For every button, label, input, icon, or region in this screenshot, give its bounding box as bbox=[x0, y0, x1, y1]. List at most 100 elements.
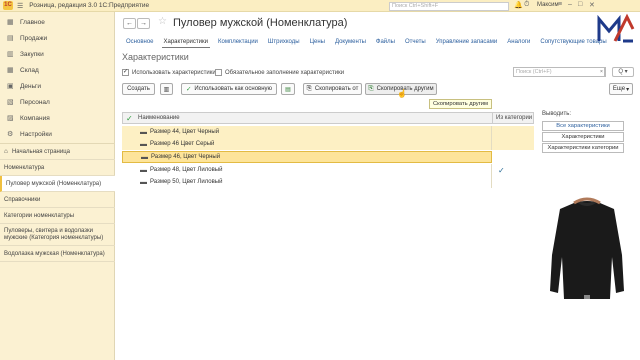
favorite-star-icon[interactable]: ☆ bbox=[158, 16, 167, 27]
tooltip: Скопировать другим bbox=[429, 99, 493, 109]
filter-category-characteristics[interactable]: Характеристики категории bbox=[542, 143, 624, 153]
sidebar-item-money[interactable]: ▣ Деньги bbox=[0, 78, 115, 94]
search-dropdown-icon[interactable]: × bbox=[598, 67, 606, 77]
sidebar-item-sales[interactable]: ▤ Продажи bbox=[0, 30, 115, 46]
personnel-icon: ▧ bbox=[7, 99, 14, 106]
tab-main[interactable]: Основное bbox=[124, 37, 156, 48]
open-window-home[interactable]: ⌂ Начальная страница bbox=[0, 144, 115, 160]
sidebar-item-personnel[interactable]: ▧ Персонал bbox=[0, 94, 115, 110]
open-window-label: Водолазка мужская (Номенклатура) bbox=[4, 250, 105, 257]
table-row[interactable]: ▬ Размер 50, Цвет Лиловый bbox=[122, 176, 534, 188]
app-title: Розница, редакция 3.0 1С:Предприятие bbox=[29, 2, 150, 9]
tab-barcodes[interactable]: Штрихкоды bbox=[266, 37, 302, 48]
sidebar-item-label: Деньги bbox=[20, 82, 41, 90]
create-button[interactable]: Создать bbox=[122, 83, 155, 95]
tab-reports[interactable]: Отчеты bbox=[403, 37, 428, 48]
filter-item-characteristics[interactable]: Характеристики номенклатуры bbox=[542, 132, 624, 148]
open-window-label: Справочники bbox=[4, 196, 41, 203]
table-row[interactable]: ▬ Размер 48, Цвет Лиловый ✓ bbox=[122, 164, 534, 176]
checkbox-label: Обязательное заполнение характеристики bbox=[225, 69, 345, 76]
open-window-label: Пуловер мужской (Номенклатура) bbox=[6, 180, 102, 187]
column-header-name[interactable]: Наименование bbox=[138, 115, 180, 121]
trash-icon: ▥ bbox=[163, 86, 170, 93]
company-icon: ▨ bbox=[7, 115, 14, 122]
copy-from-button[interactable]: ⎘ Скопировать от bbox=[303, 83, 362, 95]
sidebar-item-label: Настройки bbox=[20, 130, 52, 138]
back-button[interactable]: ← bbox=[123, 18, 136, 29]
open-window-pullover[interactable]: Пуловер мужской (Номенклатура) bbox=[0, 176, 115, 192]
tab-stock-management[interactable]: Управление запасами bbox=[434, 37, 500, 48]
open-window-label: Номенклатура bbox=[4, 164, 45, 171]
open-window-category-pullovers[interactable]: Пуловеры, свитера и водолазки мужские (К… bbox=[0, 224, 115, 246]
table-header: ✓ Наименование Из категории bbox=[122, 112, 534, 124]
column-header-from-category[interactable]: Из категории bbox=[496, 115, 532, 121]
use-as-main-button[interactable]: ✓ Использовать как основную bbox=[181, 83, 277, 95]
more-menu-icon[interactable]: ≡ bbox=[558, 1, 562, 8]
sidebar-item-main[interactable]: ▦ Главное bbox=[0, 14, 115, 30]
find-button[interactable]: Q ▾ bbox=[612, 67, 634, 77]
main-content: ← → ☆ Пуловер мужской (Номенклатура) Осн… bbox=[115, 12, 640, 360]
tab-bar: Основное Характеристики Комплектации Штр… bbox=[124, 37, 615, 49]
table-row[interactable]: ▬ Размер 46 Цвет Серый bbox=[122, 138, 534, 150]
column-divider bbox=[491, 126, 492, 138]
filter-all-characteristics[interactable]: Все характеристики bbox=[542, 121, 624, 131]
hamburger-icon[interactable]: ☰ bbox=[17, 2, 23, 10]
history-icon[interactable]: ⏱ bbox=[524, 1, 529, 9]
tab-prices[interactable]: Цены bbox=[308, 37, 327, 48]
check-all-icon[interactable]: ✓ bbox=[126, 114, 133, 123]
table-row[interactable]: ▬ Размер 44, Цвет Черный bbox=[122, 126, 534, 138]
money-icon: ▣ bbox=[7, 83, 14, 90]
tab-analogs[interactable]: Аналоги bbox=[505, 37, 532, 48]
search-icon: Q bbox=[618, 69, 623, 75]
tab-kits[interactable]: Комплектации bbox=[216, 37, 260, 48]
required-fill-checkbox[interactable]: Обязательное заполнение характеристики bbox=[215, 69, 344, 76]
open-window-catalogs[interactable]: Справочники bbox=[0, 192, 115, 208]
sidebar: ▦ Главное ▤ Продажи ▥ Закупки ▦ Склад ▣ Деньг… bbox=[0, 12, 115, 360]
sales-icon: ▤ bbox=[7, 35, 14, 42]
button-label: Скопировать от bbox=[314, 86, 359, 92]
chevron-down-icon: ▾ bbox=[626, 86, 630, 93]
button-label: Еще bbox=[612, 86, 626, 92]
tab-characteristics[interactable]: Характеристики bbox=[161, 37, 210, 48]
open-window-nomenclature[interactable]: Номенклатура bbox=[0, 160, 115, 176]
row-name: Размер 48, Цвет Лиловый bbox=[150, 167, 223, 173]
title-bar: 1С ☰ Розница, редакция 3.0 1С:Предприяти… bbox=[0, 0, 640, 12]
checkbox-unchecked-icon[interactable] bbox=[215, 69, 222, 76]
tab-files[interactable]: Файлы bbox=[374, 37, 397, 48]
sidebar-item-label: Компания bbox=[20, 114, 50, 122]
minimize-icon[interactable]: – bbox=[568, 1, 572, 8]
item-marker-icon: ▬ bbox=[141, 153, 148, 161]
page-title: Пуловер мужской (Номенклатура) bbox=[173, 17, 348, 29]
mouse-pointer-icon: ☝ bbox=[397, 89, 407, 98]
copy-to-icon: ⎘ bbox=[368, 85, 374, 92]
sidebar-item-purchases[interactable]: ▥ Закупки bbox=[0, 46, 115, 62]
bell-icon[interactable]: 🔔 bbox=[514, 1, 523, 9]
tab-documents[interactable]: Документы bbox=[333, 37, 368, 48]
forward-button[interactable]: → bbox=[137, 18, 150, 29]
table-icon: ▤ bbox=[285, 86, 291, 93]
checkbox-checked-icon[interactable]: ✓ bbox=[122, 69, 129, 76]
sidebar-item-warehouse[interactable]: ▦ Склад bbox=[0, 62, 115, 78]
sidebar-item-company[interactable]: ▨ Компания bbox=[0, 110, 115, 126]
table-row-current[interactable]: ▬ Размер 46, Цвет Черный bbox=[122, 151, 492, 163]
product-image bbox=[544, 195, 631, 307]
open-window-label: Начальная страница bbox=[11, 148, 70, 155]
more-button[interactable]: Еще ▾ bbox=[609, 83, 633, 95]
open-window-label: Категории номенклатуры bbox=[4, 212, 75, 219]
row-name: Размер 46, Цвет Черный bbox=[151, 154, 221, 160]
close-icon[interactable]: ✕ bbox=[589, 1, 595, 9]
checkbox-label: Использовать характеристики bbox=[132, 69, 216, 76]
grid-search-input[interactable]: Поиск (Ctrl+F) bbox=[513, 67, 605, 77]
open-window-categories[interactable]: Категории номенклатуры bbox=[0, 208, 115, 224]
global-search-input[interactable]: Поиск Ctrl+Shift+F bbox=[389, 2, 509, 11]
table-view-button[interactable]: ▤ bbox=[281, 83, 295, 95]
open-window-turtleneck[interactable]: Водолазка мужская (Номенклатура) bbox=[0, 246, 115, 262]
maximize-icon[interactable]: □ bbox=[578, 1, 582, 8]
column-divider bbox=[492, 113, 493, 123]
user-name[interactable]: Максим bbox=[537, 2, 559, 8]
checkmark-icon: ✓ bbox=[185, 86, 192, 93]
app-logo-icon: 1С bbox=[3, 1, 13, 10]
use-characteristics-checkbox[interactable]: ✓ Использовать характеристики bbox=[122, 69, 216, 76]
sidebar-item-settings[interactable]: ⚙ Настройки bbox=[0, 126, 115, 142]
delete-button[interactable]: ▥ bbox=[160, 83, 173, 95]
